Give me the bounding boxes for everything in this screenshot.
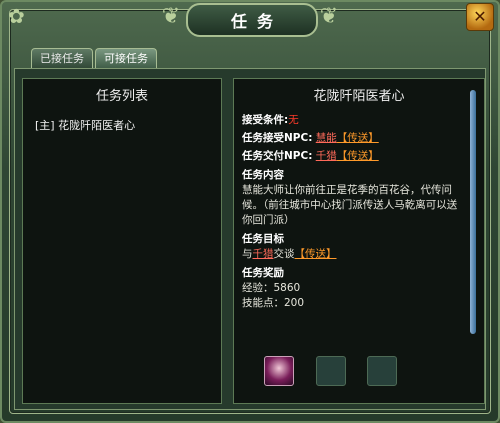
corner-ornament-icon: ✿ xyxy=(8,4,25,28)
tab-available-quests[interactable]: 可接任务 xyxy=(95,48,157,69)
accept-condition-value: 无 xyxy=(288,114,299,126)
content-text: 慧能大师让你前往正是花季的百花谷，代传问候。（前往城市中心找门派传送人马乾离可以… xyxy=(242,184,458,226)
quest-list-item[interactable]: [主] 花陇阡陌医者心 xyxy=(35,117,135,133)
detail-scrollbar-thumb[interactable] xyxy=(470,90,476,334)
boots-item-icon[interactable] xyxy=(264,356,294,386)
goal-prefix: 与 xyxy=(242,248,253,260)
tab-bar: 已接任务 可接任务 xyxy=(31,48,157,69)
accept-condition-label: 接受条件: xyxy=(242,114,289,126)
goal-label: 任务目标 xyxy=(242,233,284,245)
goal-npc-link[interactable]: 千猎 xyxy=(253,248,274,260)
right-ornament-icon: ❦ xyxy=(319,4,339,29)
tab-accepted-quests[interactable]: 已接任务 xyxy=(31,48,93,69)
turnin-npc-label: 任务交付NPC: xyxy=(242,150,313,162)
goal-teleport-link[interactable]: 【传送】 xyxy=(295,248,337,260)
quest-list-title: 任务列表 xyxy=(95,89,148,104)
quest-detail-body: 接受条件:无 任务接受NPC: 慧能【传送】 任务交付NPC: 千猎【传送】 任… xyxy=(242,113,462,311)
turnin-npc-link[interactable]: 千猎 xyxy=(316,150,337,162)
window-title: 任务 xyxy=(186,3,318,37)
quest-list-panel: 任务列表 [主] 花陇阡陌医者心 xyxy=(22,78,222,404)
quest-detail-title: 花陇阡陌医者心 xyxy=(313,89,405,104)
left-ornament-icon: ❦ xyxy=(161,4,181,29)
accept-npc-teleport-link[interactable]: 【传送】 xyxy=(337,132,379,144)
reward-skill-points: 技能点：200 xyxy=(242,297,305,309)
close-button[interactable]: ✕ xyxy=(466,3,494,31)
reward-exp: 经验：5860 xyxy=(242,282,301,294)
accept-npc-link[interactable]: 慧能 xyxy=(316,132,337,144)
goal-suffix: 交谈 xyxy=(273,248,295,260)
accept-npc-label: 任务接受NPC: xyxy=(242,132,313,144)
turnin-npc-teleport-link[interactable]: 【传送】 xyxy=(337,150,379,162)
empty-reward-slot[interactable] xyxy=(367,356,397,386)
content-label: 任务内容 xyxy=(242,169,284,181)
reward-label: 任务奖励 xyxy=(242,267,284,279)
empty-reward-slot[interactable] xyxy=(316,356,346,386)
